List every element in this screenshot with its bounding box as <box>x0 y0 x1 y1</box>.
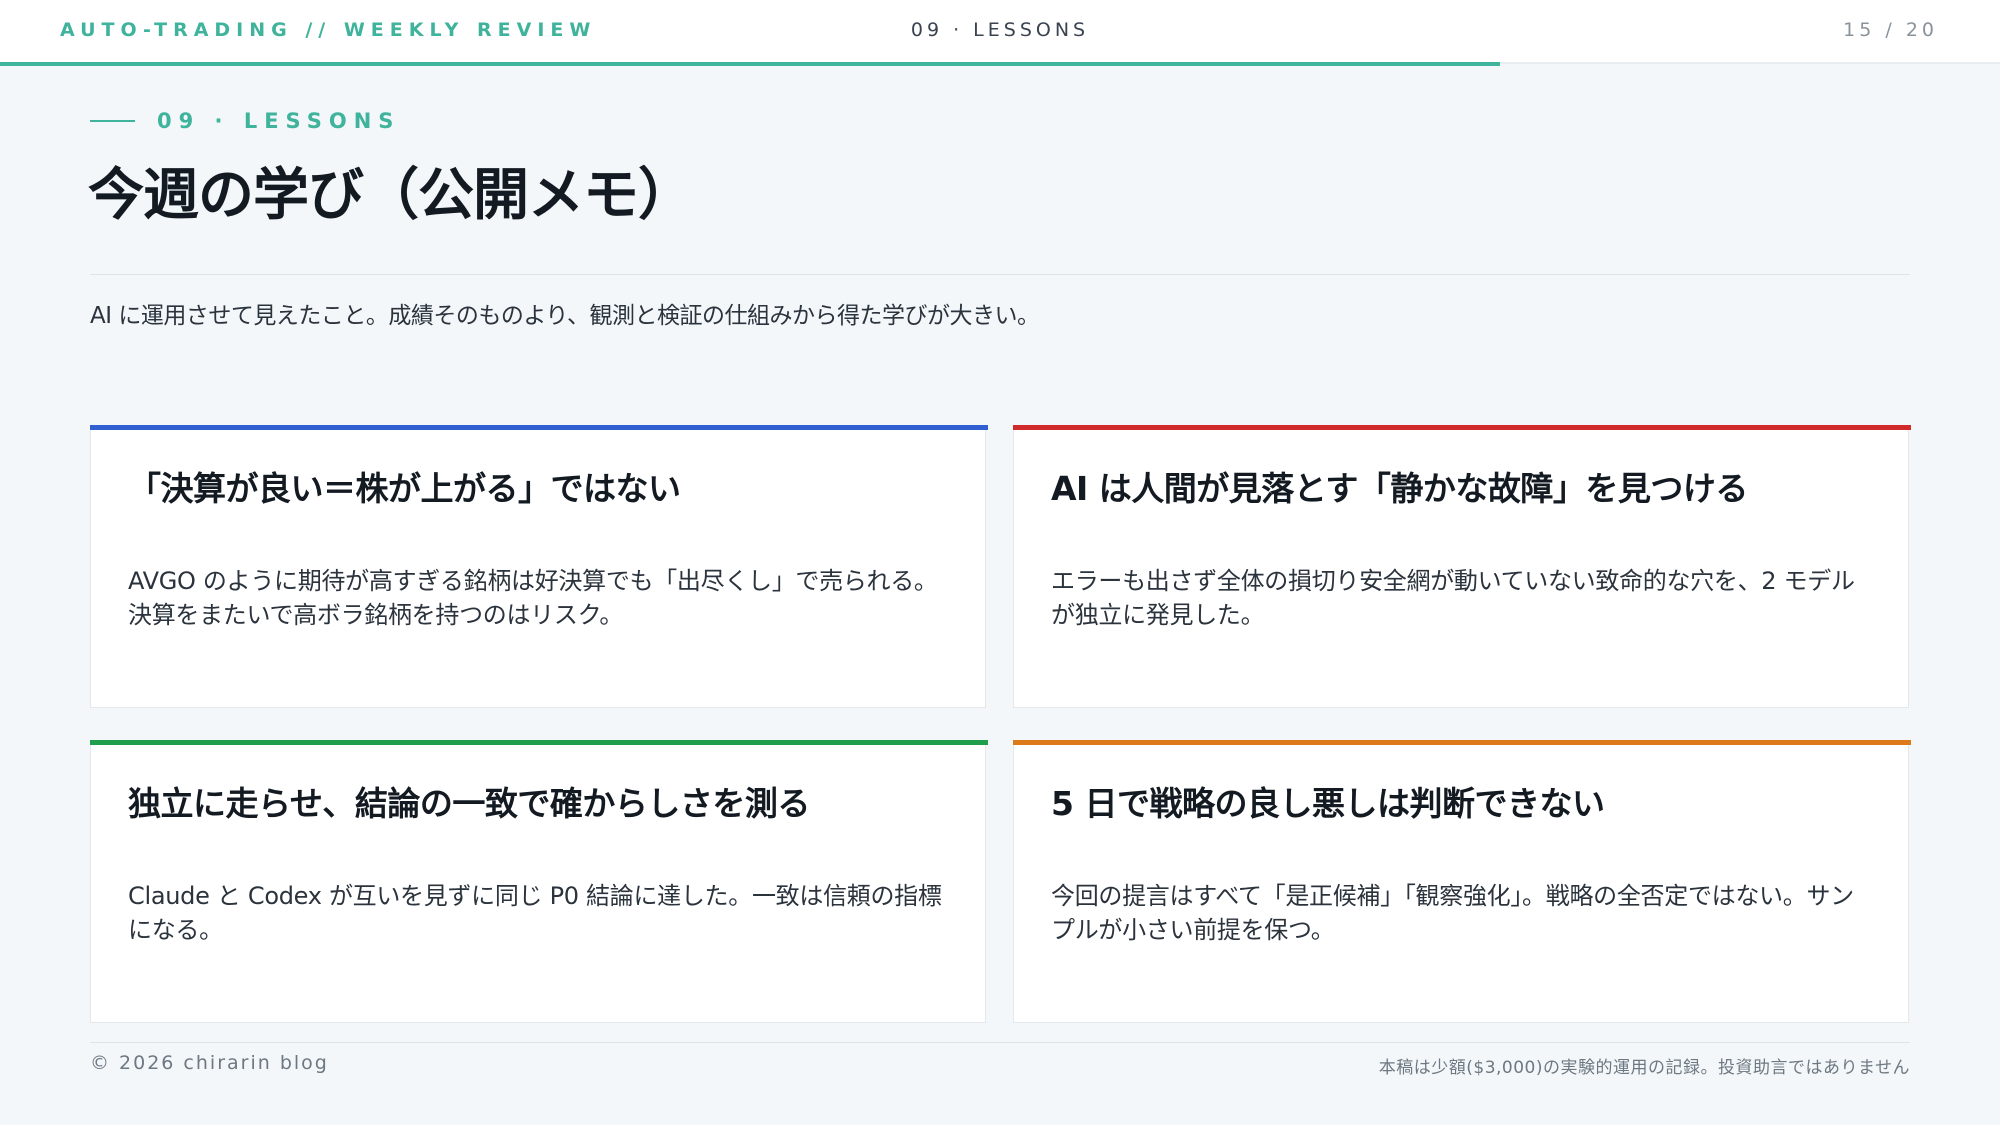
lesson-card-body: エラーも出さず全体の損切り安全網が動いていない致命的な穴を、2 モデルが独立に発… <box>1051 567 1855 629</box>
top-bar: AUTO-TRADING // WEEKLY REVIEW 09 · LESSO… <box>0 0 2000 64</box>
lesson-card-title: 独立に走らせ、結論の一致で確からしさを測る <box>128 784 810 823</box>
lesson-card-title: 「決算が良い＝株が上がる」ではない <box>128 469 681 508</box>
divider <box>90 274 1910 275</box>
lesson-card-1: 「決算が良い＝株が上がる」ではない AVGO のように期待が高すぎる銘柄は好決算… <box>90 425 988 708</box>
lesson-card-body: Claude と Codex が互いを見ずに同じ P0 結論に達した。一致は信頼… <box>128 882 942 944</box>
eyebrow: 09 · LESSONS <box>90 106 400 136</box>
footer-divider <box>90 1042 1910 1043</box>
lesson-card-title: AI は人間が見落とす「静かな故障」を見つける <box>1051 469 1748 508</box>
page-subtitle: AI に運用させて見えたこと。成績そのものより、観測と検証の仕組みから得た学びが… <box>90 303 1040 329</box>
card-accent-bar <box>90 425 988 430</box>
eyebrow-label: 09 · LESSONS <box>157 109 401 133</box>
card-accent-bar <box>1013 740 1911 745</box>
lesson-card-4: 5 日で戦略の良し悪しは判断できない 今回の提言はすべて「是正候補」「観察強化」… <box>1013 740 1911 1023</box>
lesson-card-body: AVGO のように期待が高すぎる銘柄は好決算でも「出尽くし」で売られる。決算をま… <box>128 567 938 629</box>
disclaimer: 本稿は少額($3,000)の実験的運用の記録。投資助言ではありません <box>1378 1058 1910 1078</box>
copyright: © 2026 chirarin blog <box>90 1052 329 1074</box>
lesson-card-body: 今回の提言はすべて「是正候補」「観察強化」。戦略の全否定ではない。サンプルが小さ… <box>1051 882 1854 944</box>
section-label: 09 · LESSONS <box>910 19 1090 41</box>
eyebrow-line <box>90 120 135 122</box>
card-accent-bar <box>1013 425 1911 430</box>
lesson-card-3: 独立に走らせ、結論の一致で確からしさを測る Claude と Codex が互い… <box>90 740 988 1023</box>
card-accent-bar <box>90 740 988 745</box>
page-title: 今週の学び（公開メモ） <box>88 163 694 228</box>
lesson-card-title: 5 日で戦略の良し悪しは判断できない <box>1051 784 1605 823</box>
lesson-card-2: AI は人間が見落とす「静かな故障」を見つける エラーも出さず全体の損切り安全網… <box>1013 425 1911 708</box>
page-indicator: 15 / 20 <box>1843 19 1938 41</box>
progress-bar <box>0 62 1500 66</box>
